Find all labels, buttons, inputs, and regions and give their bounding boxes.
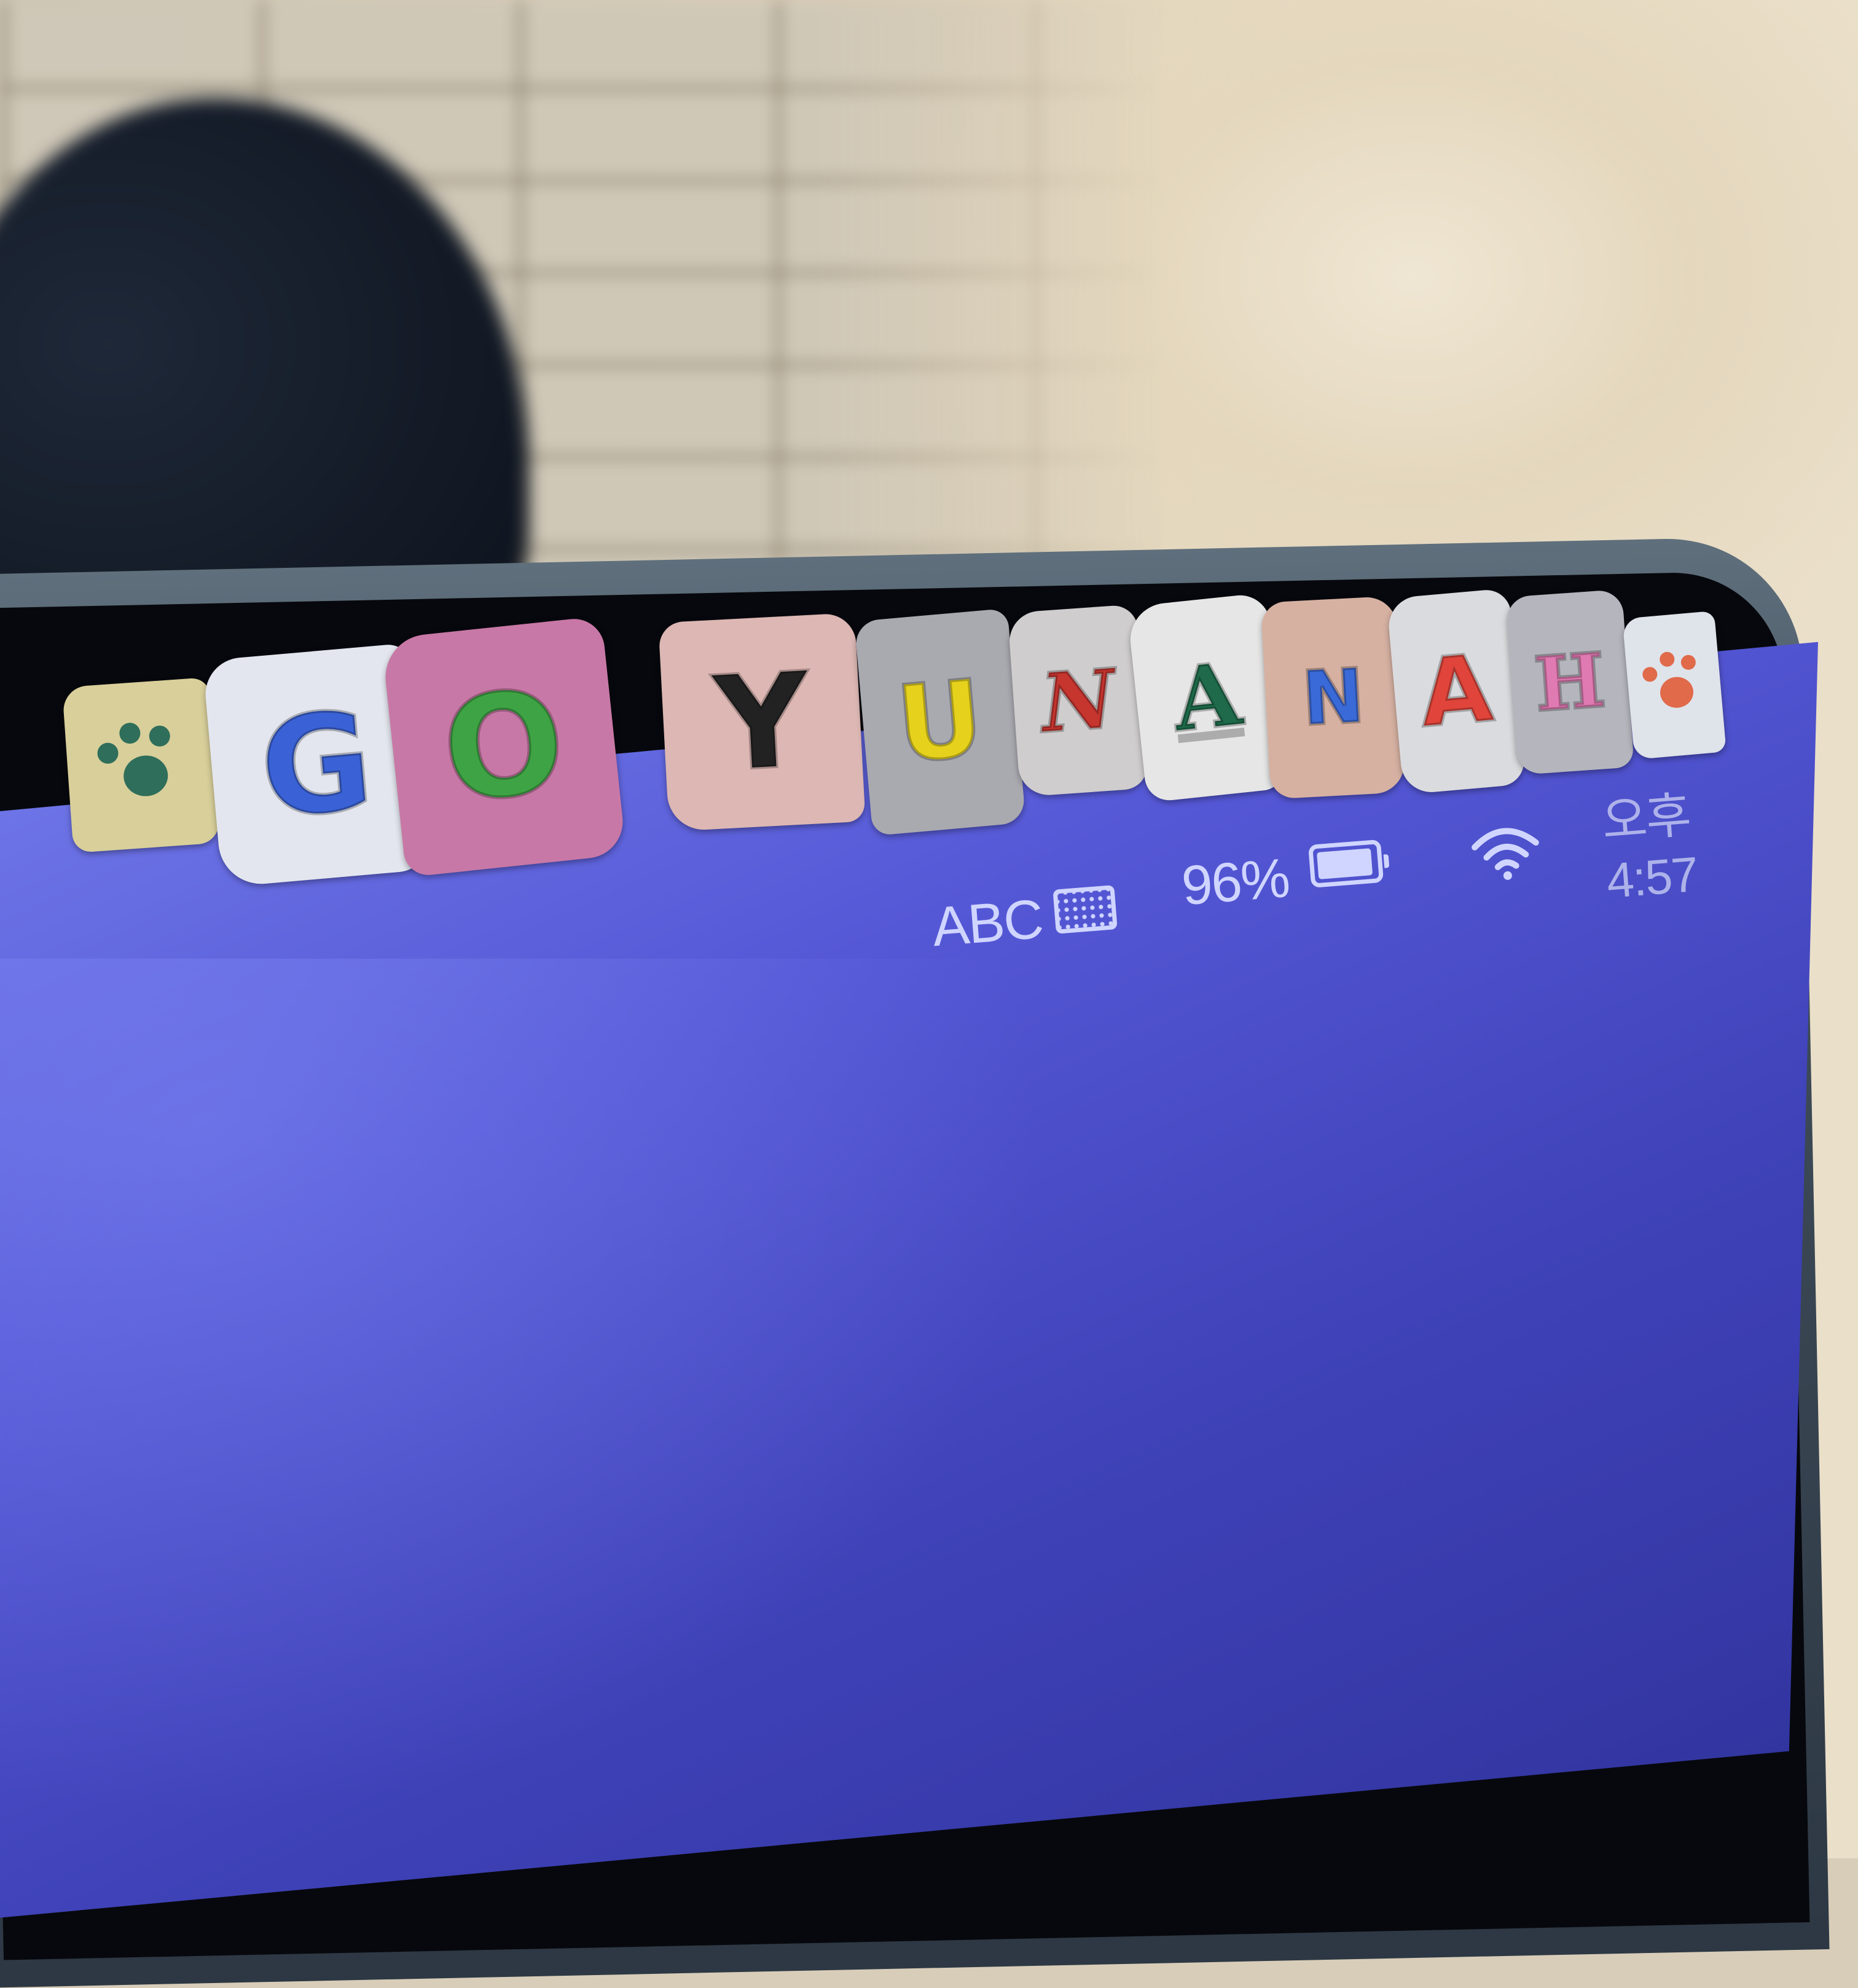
sticker-letter-y: Y	[658, 612, 866, 832]
paw-sticker-right	[1622, 610, 1727, 760]
sticker-letter-a-2: A	[1386, 587, 1526, 795]
letter-a-2: A	[1414, 633, 1499, 749]
keyboard-icon[interactable]	[1052, 885, 1118, 934]
battery-icon[interactable]	[1308, 839, 1384, 888]
letter-n-1: N	[1037, 650, 1119, 752]
letter-o: O	[434, 657, 574, 836]
letter-n-2: N	[1298, 651, 1368, 744]
letter-y: Y	[710, 643, 815, 802]
wifi-icon[interactable]	[1467, 817, 1545, 884]
paw-print-icon	[1640, 649, 1707, 721]
menubar-clock[interactable]: 오후 4:57	[1599, 774, 1719, 910]
letter-u: U	[891, 656, 990, 788]
paw-sticker-left	[61, 677, 221, 854]
input-source-label[interactable]: ABC	[930, 888, 1045, 960]
letter-a-1: A	[1167, 642, 1247, 753]
sticker-letter-u: U	[854, 608, 1026, 836]
battery-percentage[interactable]: 96%	[1180, 847, 1292, 918]
sticker-letter-n-1: N	[1007, 604, 1150, 797]
sticker-letter-o: O	[381, 616, 627, 878]
letter-g: G	[253, 680, 380, 851]
screen-reflection	[0, 959, 1045, 1819]
paw-print-icon	[95, 719, 187, 811]
sticker-letter-n-2: N	[1260, 595, 1406, 800]
letter-h: H	[1531, 635, 1610, 730]
sticker-letter-h: H	[1505, 589, 1634, 776]
